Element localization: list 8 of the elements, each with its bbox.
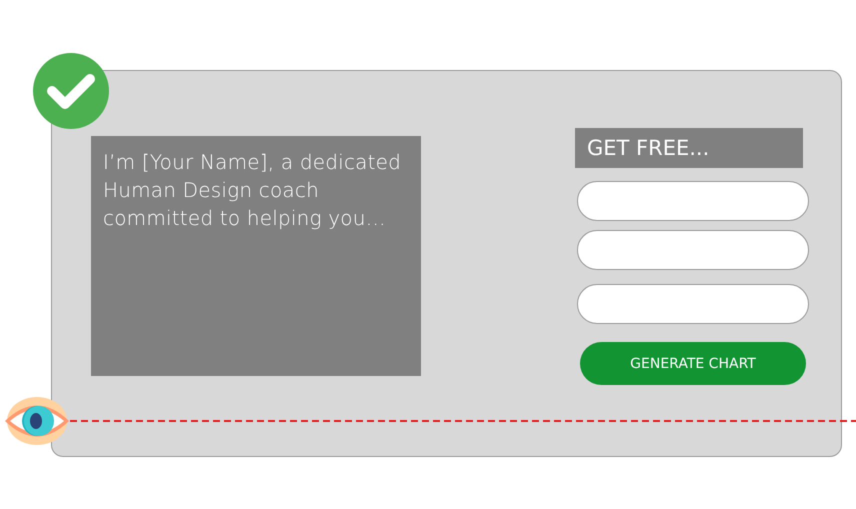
input-field[interactable] bbox=[577, 284, 809, 324]
input-field[interactable] bbox=[577, 230, 809, 270]
generate-chart-button[interactable]: GENERATE CHART bbox=[580, 342, 806, 385]
eye-icon bbox=[3, 396, 71, 446]
check-icon bbox=[33, 53, 109, 129]
form-heading: GET FREE... bbox=[575, 128, 803, 168]
intro-text: I’m [Your Name], a dedicated Human Design coach committed to helping you… bbox=[91, 136, 421, 376]
input-field[interactable] bbox=[577, 181, 809, 221]
